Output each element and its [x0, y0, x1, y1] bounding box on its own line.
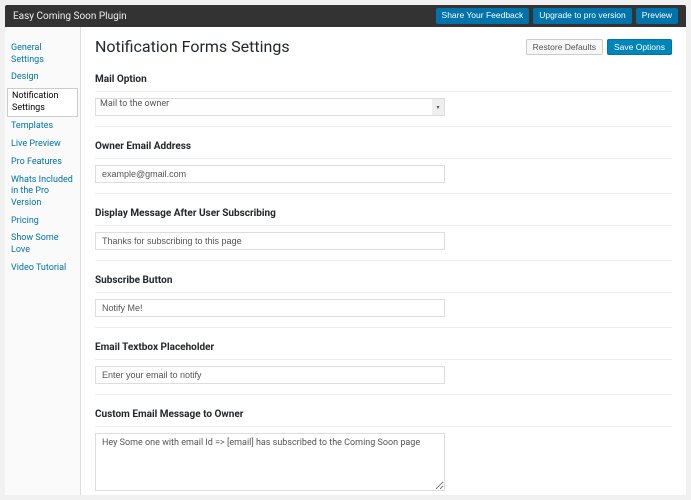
subscribe-btn-label: Subscribe Button	[95, 275, 672, 293]
custom-msg-label: Custom Email Message to Owner	[95, 409, 672, 427]
plugin-header: Easy Coming Soon Plugin Share Your Feedb…	[5, 5, 686, 27]
sidebar-item-whats-included[interactable]: Whats Included in the Pro Version	[5, 173, 80, 212]
custom-msg-textarea[interactable]	[95, 433, 445, 491]
owner-email-input[interactable]	[95, 165, 445, 183]
sidebar-item-general[interactable]: General Settings	[5, 41, 80, 68]
mail-option-label: Mail Option	[95, 74, 672, 92]
chevron-down-icon: ▾	[432, 99, 444, 115]
share-feedback-button[interactable]: Share Your Feedback	[436, 8, 530, 24]
upgrade-pro-button[interactable]: Upgrade to pro version	[533, 8, 631, 24]
email-placeholder-input[interactable]	[95, 366, 445, 384]
sidebar: General Settings Design Notification Set…	[5, 27, 81, 495]
mail-option-select[interactable]: Mail to the owner ▾	[95, 98, 445, 116]
plugin-title: Easy Coming Soon Plugin	[13, 11, 436, 22]
subscribe-msg-label: Display Message After User Subscribing	[95, 208, 672, 226]
page-title: Notification Forms Settings	[95, 37, 290, 56]
sidebar-item-video[interactable]: Video Tutorial	[5, 261, 80, 277]
sidebar-item-live-preview[interactable]: Live Preview	[5, 137, 80, 153]
subscribe-btn-input[interactable]	[95, 299, 445, 317]
mail-option-value: Mail to the owner	[100, 99, 169, 109]
sidebar-item-pro-features[interactable]: Pro Features	[5, 155, 80, 171]
sidebar-item-templates[interactable]: Templates	[5, 119, 80, 135]
owner-email-label: Owner Email Address	[95, 141, 672, 159]
header-buttons: Share Your Feedback Upgrade to pro versi…	[436, 8, 678, 24]
main-panel: Notification Forms Settings Restore Defa…	[81, 27, 686, 495]
email-placeholder-label: Email Textbox Placeholder	[95, 342, 672, 360]
sidebar-item-notification[interactable]: Notification Settings	[7, 88, 78, 117]
sidebar-item-pricing[interactable]: Pricing	[5, 214, 80, 230]
sidebar-item-show-love[interactable]: Show Some Love	[5, 231, 80, 258]
save-options-button[interactable]: Save Options	[607, 39, 672, 55]
sidebar-item-design[interactable]: Design	[5, 70, 80, 86]
preview-button[interactable]: Preview	[636, 8, 678, 24]
restore-defaults-button[interactable]: Restore Defaults	[526, 39, 603, 55]
subscribe-msg-input[interactable]	[95, 232, 445, 250]
